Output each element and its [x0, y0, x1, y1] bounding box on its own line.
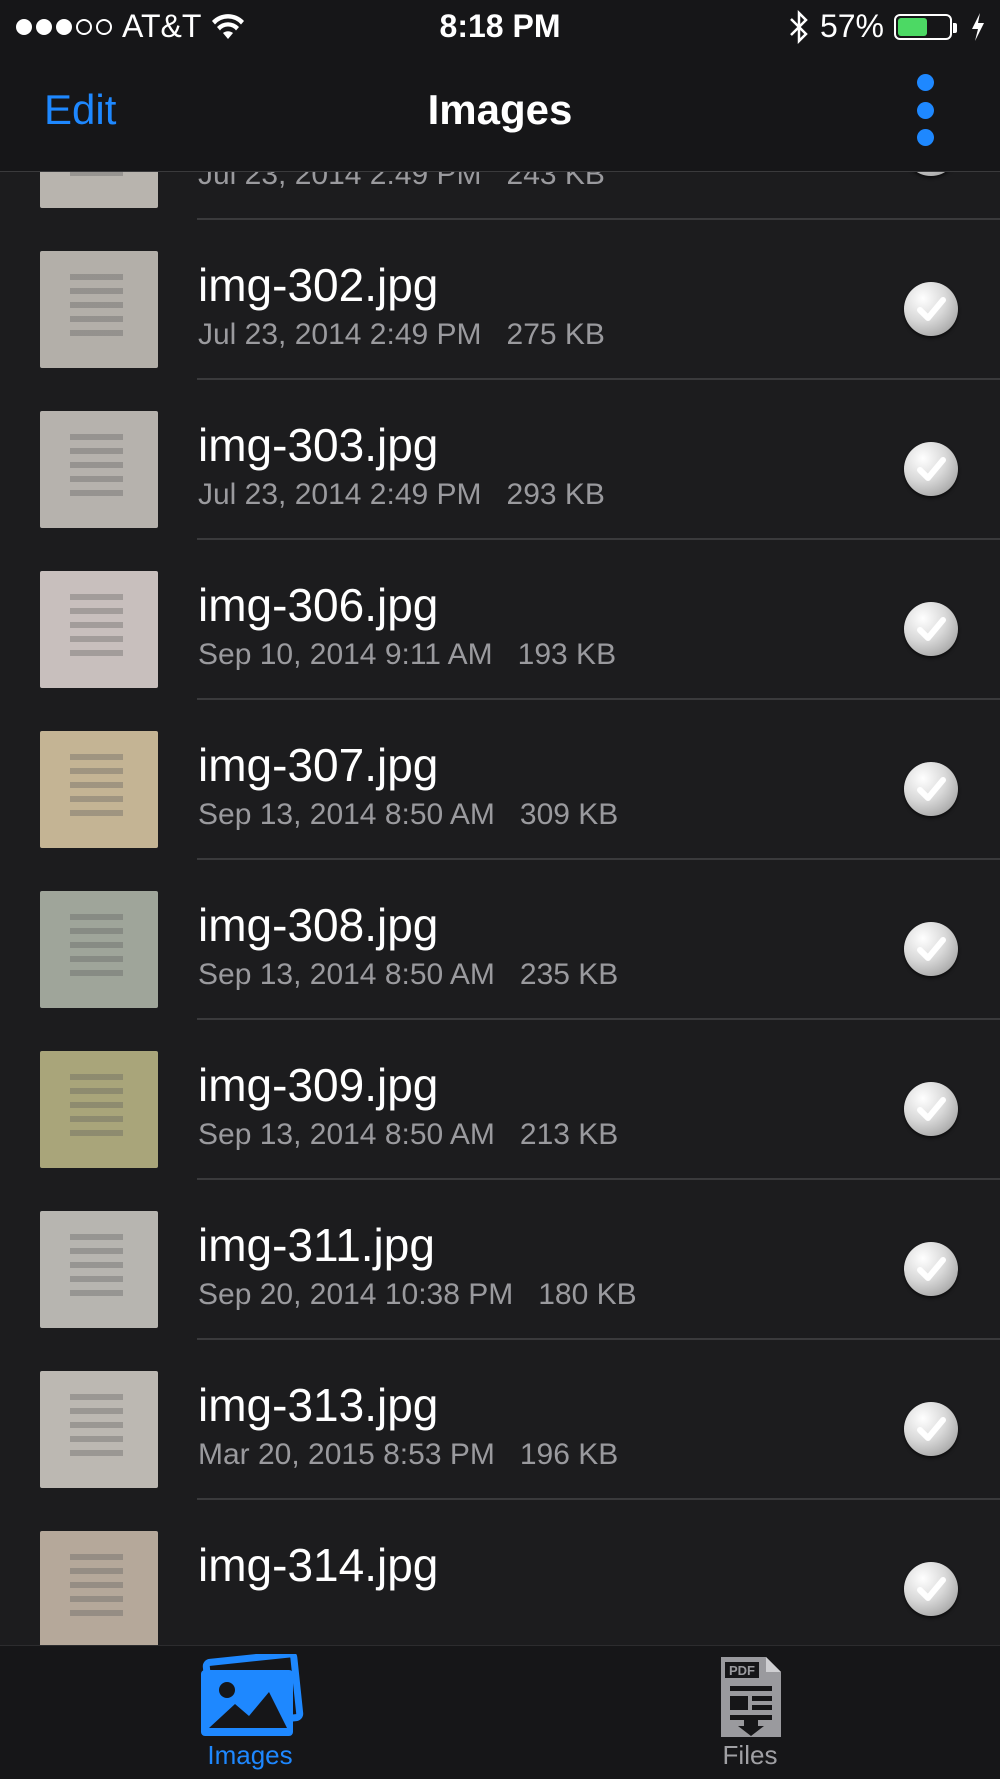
image-thumbnail — [40, 172, 158, 208]
file-meta: Jul 23, 2014 2:49 PM 243 KB — [198, 172, 605, 191]
tab-images[interactable]: Images — [150, 1646, 350, 1779]
image-thumbnail — [40, 731, 158, 848]
vertical-ellipsis-icon[interactable] — [910, 74, 940, 146]
pdf-file-icon: PDF — [721, 1657, 781, 1737]
file-row[interactable]: img-308.jpg Sep 13, 2014 8:50 AM 235 KB — [0, 860, 1000, 1020]
file-meta: Jul 23, 2014 2:49 PM 275 KB — [198, 318, 605, 351]
image-thumbnail — [40, 251, 158, 368]
charging-bolt-icon — [972, 12, 984, 41]
image-thumbnail — [40, 411, 158, 528]
file-name: img-309.jpg — [198, 1059, 439, 1111]
file-meta: Sep 13, 2014 8:50 AM 213 KB — [198, 1118, 619, 1151]
image-thumbnail — [40, 1211, 158, 1328]
file-meta: Mar 20, 2015 8:53 PM 196 KB — [198, 1438, 619, 1471]
image-thumbnail — [40, 1371, 158, 1488]
file-name: img-313.jpg — [198, 1379, 439, 1431]
battery-level — [898, 17, 927, 36]
checkmark-icon[interactable] — [904, 1242, 958, 1296]
file-list[interactable]: img-301.jpgJul 23, 2014 2:49 PM 243 KBim… — [0, 172, 1000, 1645]
file-row[interactable]: img-301.jpgJul 23, 2014 2:49 PM 243 KB — [0, 172, 1000, 220]
checkmark-icon[interactable] — [904, 172, 958, 176]
file-name: img-307.jpg — [198, 739, 439, 791]
checkmark-icon[interactable] — [904, 442, 958, 496]
tab-files-label: Files — [722, 1740, 778, 1770]
checkmark-icon[interactable] — [904, 282, 958, 336]
checkmark-icon[interactable] — [904, 1562, 958, 1616]
file-row[interactable]: img-314.jpg — [0, 1500, 1000, 1645]
battery-percent: 57% — [819, 8, 884, 44]
image-thumbnail — [40, 1531, 158, 1645]
file-meta: Sep 10, 2014 9:11 AM 193 KB — [198, 638, 617, 671]
file-name: img-308.jpg — [198, 899, 439, 951]
file-name: img-302.jpg — [198, 259, 439, 311]
status-bar: AT&T 8:18 PM 57% — [0, 0, 1000, 54]
checkmark-icon[interactable] — [904, 1082, 958, 1136]
page-title: Images — [427, 86, 573, 133]
bluetooth-icon — [790, 9, 808, 44]
file-name: img-303.jpg — [198, 419, 439, 471]
file-name: img-306.jpg — [198, 579, 439, 631]
file-meta: Sep 20, 2014 10:38 PM 180 KB — [198, 1278, 637, 1311]
checkmark-icon[interactable] — [904, 922, 958, 976]
file-row[interactable]: img-309.jpg Sep 13, 2014 8:50 AM 213 KB — [0, 1020, 1000, 1180]
battery-icon — [894, 13, 957, 40]
svg-text:PDF: PDF — [729, 1663, 755, 1678]
file-row[interactable]: img-313.jpg Mar 20, 2015 8:53 PM 196 KB — [0, 1340, 1000, 1500]
file-row[interactable]: img-311.jpg Sep 20, 2014 10:38 PM 180 KB — [0, 1180, 1000, 1340]
file-name: img-311.jpg — [198, 1219, 435, 1271]
image-thumbnail — [40, 571, 158, 688]
checkmark-icon[interactable] — [904, 1402, 958, 1456]
file-row[interactable]: img-302.jpg Jul 23, 2014 2:49 PM 275 KB — [0, 220, 1000, 380]
file-row[interactable]: img-306.jpg Sep 10, 2014 9:11 AM 193 KB — [0, 540, 1000, 700]
file-name: img-314.jpg — [198, 1539, 439, 1591]
checkmark-icon[interactable] — [904, 762, 958, 816]
status-right: 57% — [788, 8, 986, 45]
navigation-bar: Edit Images — [0, 54, 1000, 172]
file-row[interactable]: img-307.jpg Sep 13, 2014 8:50 AM 309 KB — [0, 700, 1000, 860]
tab-files[interactable]: PDF Files — [650, 1646, 850, 1779]
file-meta: Sep 13, 2014 8:50 AM 309 KB — [198, 798, 619, 831]
image-thumbnail — [40, 1051, 158, 1168]
file-meta: Jul 23, 2014 2:49 PM 293 KB — [198, 478, 605, 511]
file-row[interactable]: img-303.jpg Jul 23, 2014 2:49 PM 293 KB — [0, 380, 1000, 540]
image-thumbnail — [40, 891, 158, 1008]
file-meta: Sep 13, 2014 8:50 AM 235 KB — [198, 958, 619, 991]
tab-bar: Images PDF Files — [0, 1645, 1000, 1779]
tab-images-label: Images — [207, 1740, 293, 1770]
checkmark-icon[interactable] — [904, 602, 958, 656]
photos-icon — [201, 1654, 304, 1736]
